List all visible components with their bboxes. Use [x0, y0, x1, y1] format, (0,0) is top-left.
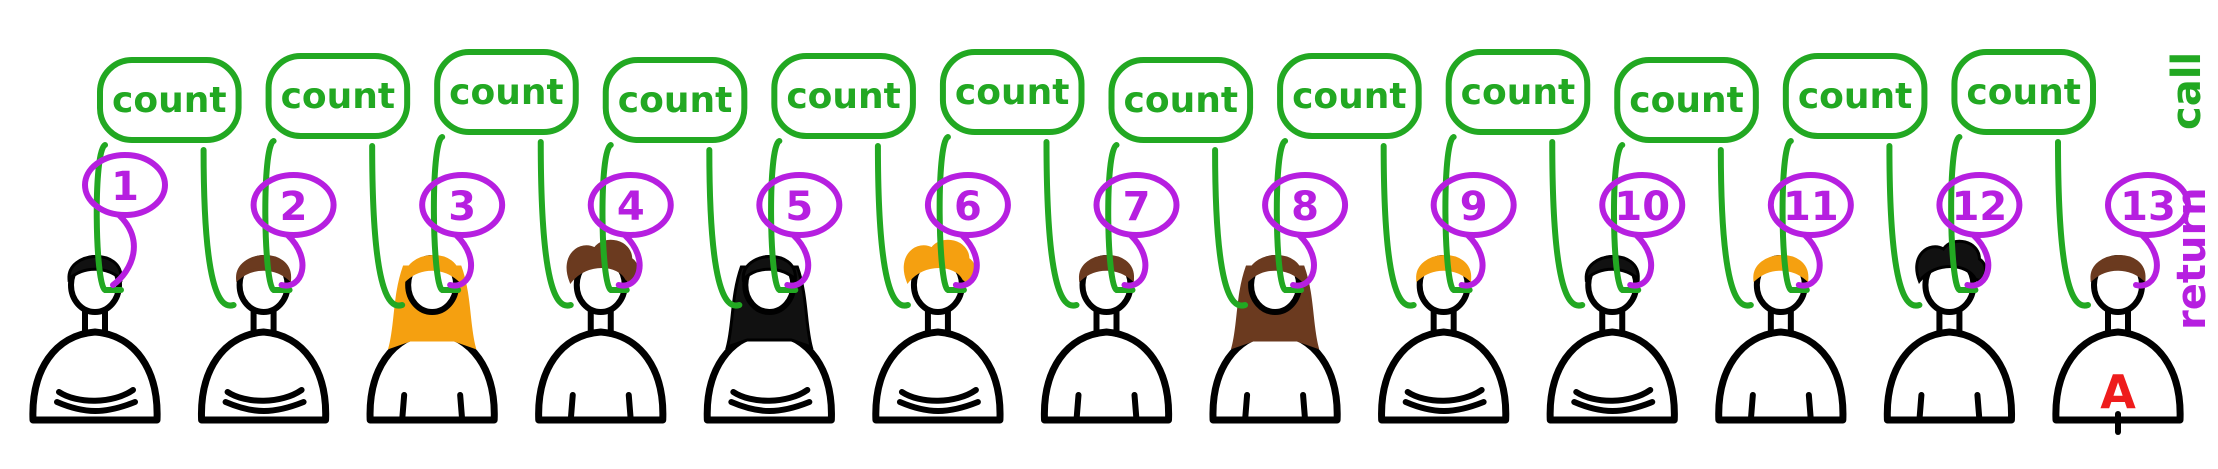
count-word: count [112, 80, 227, 121]
people-row: A [29, 239, 2184, 435]
person: A [2052, 255, 2184, 435]
person-body [1040, 328, 1173, 424]
return-label: return [2169, 187, 2215, 330]
person-body [703, 328, 835, 424]
count-word: count [1292, 76, 1407, 117]
person [29, 255, 161, 424]
call-label: call [2164, 52, 2210, 130]
person-body [1883, 328, 2015, 424]
person [872, 239, 1004, 424]
person [1209, 255, 1341, 424]
shirt-letter: A [2100, 365, 2136, 419]
person-body [29, 328, 161, 424]
return-number: 3 [448, 184, 476, 230]
return-number: 8 [1291, 184, 1319, 230]
count-word: count [1461, 72, 1576, 113]
person [198, 255, 330, 424]
return-number: 7 [1123, 184, 1151, 230]
return-number: 1 [111, 164, 139, 210]
count-word: count [1629, 80, 1744, 121]
person [1883, 239, 2015, 424]
return-number: 11 [1783, 184, 1839, 230]
return-number: 2 [280, 184, 308, 230]
person-body [1378, 328, 1510, 424]
count-word: count [1798, 76, 1913, 117]
person-body [535, 328, 667, 424]
person-body [366, 328, 498, 424]
person-body [1715, 328, 1847, 424]
person [366, 255, 498, 424]
count-word: count [1124, 80, 1239, 121]
count-word: count [955, 72, 1070, 113]
person-body [198, 328, 330, 424]
person [1378, 255, 1510, 424]
return-number: 9 [1460, 184, 1488, 230]
person [1546, 255, 1678, 424]
return-number: 12 [1952, 184, 2008, 230]
person [1040, 255, 1173, 424]
recursion-count-diagram: A count count count count count count count cou… [29, 49, 2215, 435]
count-word: count [281, 76, 396, 117]
person-body [872, 328, 1004, 424]
return-number: 13 [2120, 184, 2176, 230]
count-word: count [786, 76, 901, 117]
person [703, 255, 835, 424]
person [535, 239, 667, 424]
count-word: count [618, 80, 733, 121]
return-number: 4 [617, 184, 645, 230]
return-number: 10 [1614, 184, 1670, 230]
return-number: 5 [785, 184, 813, 230]
person-body [1209, 328, 1341, 424]
return-bubbles: 1 2 3 4 5 6 7 8 9 10 11 12 13 [82, 152, 2191, 289]
count-word: count [1966, 72, 2081, 113]
count-word: count [449, 72, 564, 113]
person [1715, 255, 1847, 424]
return-number: 6 [954, 184, 982, 230]
person-body [1546, 328, 1678, 424]
